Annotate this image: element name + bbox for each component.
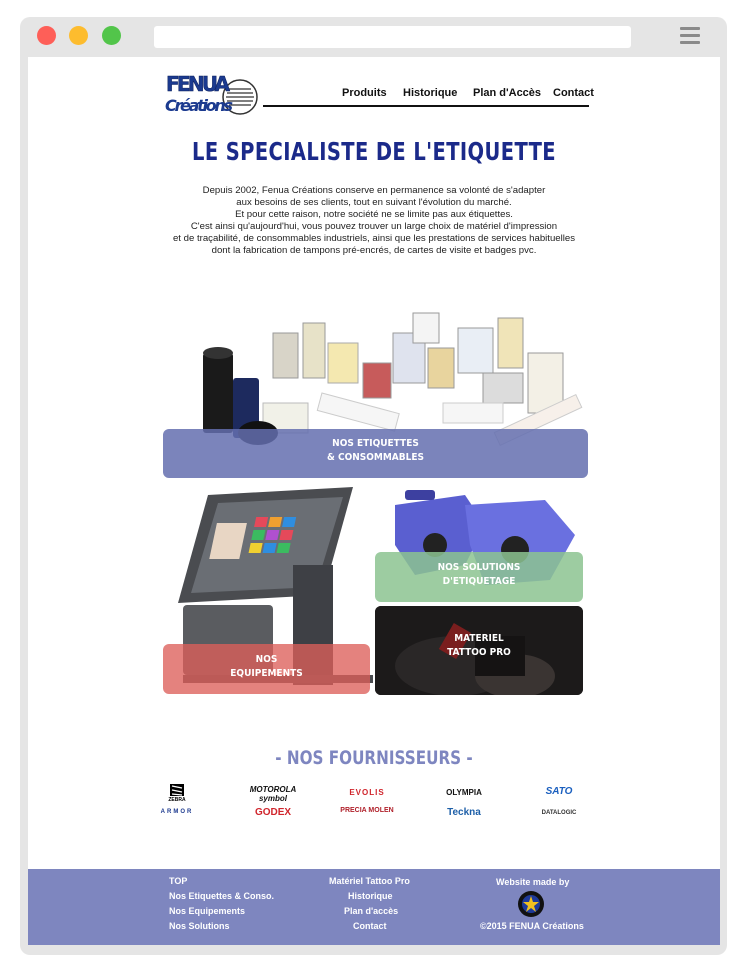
maximize-window-icon[interactable] (102, 26, 121, 45)
equipements-tile[interactable]: NOS EQUIPEMENTS (163, 644, 370, 694)
tile-label: NOS SOLUTIONS D'ETIQUETAGE (437, 562, 521, 587)
intro-line: Et pour cette raison, notre société ne s… (235, 209, 513, 220)
suppliers-heading: - NOS FOURNISSEURS - (275, 747, 473, 769)
designer-badge-icon[interactable] (517, 890, 545, 918)
brand-armor: ARMOR (160, 809, 194, 815)
footer-link-equipements[interactable]: Nos Equipements (169, 906, 245, 916)
nav-plan-acces[interactable]: Plan d'Accès (473, 87, 541, 99)
fenua-creations-logo[interactable]: FENUA Créations (163, 69, 258, 121)
brand-teckna: Teckna (447, 807, 481, 818)
hamburger-menu-icon[interactable] (680, 27, 700, 45)
footer-link-contact[interactable]: Contact (353, 921, 387, 931)
svg-text:FENUA: FENUA (166, 72, 231, 96)
intro-text: Depuis 2002, Fenua Créations conserve en… (148, 185, 600, 257)
svg-text:Créations: Créations (165, 96, 233, 115)
brand-godex: GODEX (254, 807, 292, 818)
brand-datalogic: DATALOGIC (541, 810, 577, 816)
minimize-window-icon[interactable] (69, 26, 88, 45)
nav-contact[interactable]: Contact (553, 87, 594, 99)
brand-precia-molen: PRECIA MOLEN (340, 807, 394, 814)
copyright-text: ©2015 FENUA Créations (480, 921, 584, 931)
brand-motorola-symbol: MOTOROLA symbol (249, 785, 297, 803)
footer: TOP Nos Etiquettes & Conso. Nos Equipeme… (28, 869, 720, 945)
footer-link-tattoo[interactable]: Matériel Tattoo Pro (329, 876, 410, 886)
made-by-label: Website made by (496, 877, 570, 887)
footer-link-plan-acces[interactable]: Plan d'accès (344, 906, 398, 916)
footer-link-solutions[interactable]: Nos Solutions (169, 921, 230, 931)
browser-window: FENUA Créations Produits Historique Plan… (20, 17, 727, 955)
footer-link-top[interactable]: TOP (169, 876, 187, 886)
intro-line: C'est ainsi qu'aujourd'hui, vous pouvez … (190, 221, 558, 232)
solutions-etiquetage-tile[interactable]: NOS SOLUTIONS D'ETIQUETAGE (375, 552, 583, 602)
intro-line: aux besoins de ses clients, tout en suiv… (236, 197, 512, 208)
zebra-logo-icon (170, 784, 184, 796)
etiquettes-consommables-tile[interactable]: NOS ETIQUETTES & CONSOMMABLES (163, 429, 588, 478)
main-nav: Produits Historique Plan d'Accès Contact (263, 87, 594, 107)
materiel-tattoo-tile[interactable]: MATERIEL TATTOO PRO (375, 606, 583, 695)
brand-evolis: EVOLIS (349, 788, 385, 797)
tile-label: MATERIEL TATTOO PRO (447, 633, 511, 658)
intro-line: et de traçabilité, de consommables indus… (172, 233, 576, 244)
nav-historique[interactable]: Historique (403, 87, 457, 99)
brand-olympia: OLYMPIA (446, 788, 482, 797)
brand-zebra: ZEBRA (142, 784, 212, 803)
page-title: LE SPECIALISTE DE L'ETIQUETTE (192, 137, 556, 166)
tile-label: NOS ETIQUETTES & CONSOMMABLES (327, 438, 424, 463)
footer-link-etiquettes[interactable]: Nos Etiquettes & Conso. (169, 891, 274, 901)
intro-line: dont la fabrication de tampons pré-encré… (211, 245, 537, 256)
address-bar[interactable] (154, 26, 631, 48)
intro-line: Depuis 2002, Fenua Créations conserve en… (202, 185, 546, 196)
close-window-icon[interactable] (37, 26, 56, 45)
page-viewport: FENUA Créations Produits Historique Plan… (28, 57, 720, 945)
footer-link-historique[interactable]: Historique (348, 891, 393, 901)
brand-sato: SATO (545, 786, 573, 797)
nav-produits[interactable]: Produits (342, 87, 387, 99)
tile-label: NOS EQUIPEMENTS (230, 654, 303, 679)
